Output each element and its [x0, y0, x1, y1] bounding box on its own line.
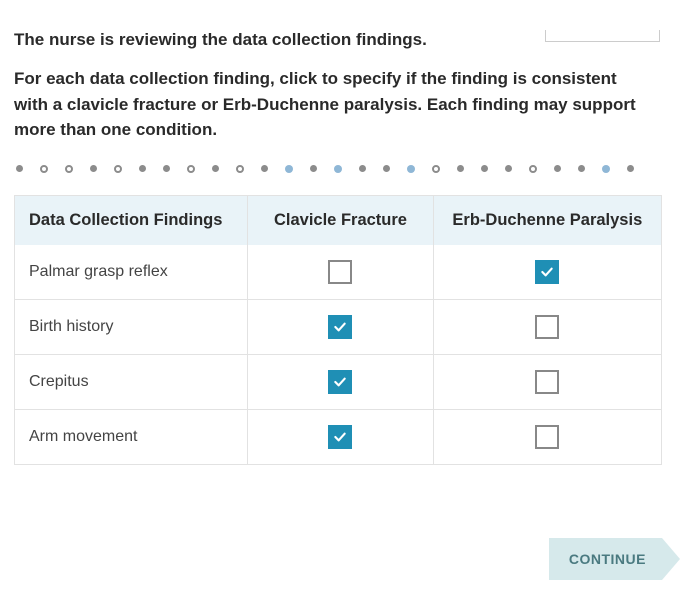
checkbox[interactable]: [328, 315, 352, 339]
progress-dot: [261, 165, 268, 172]
clavicle-cell: [247, 355, 432, 409]
header-findings: Data Collection Findings: [15, 196, 247, 245]
progress-dot: [334, 165, 342, 173]
progress-dot: [505, 165, 512, 172]
checkmark-icon: [539, 264, 555, 280]
progress-dot: [212, 165, 219, 172]
progress-dot: [407, 165, 415, 173]
progress-dot: [16, 165, 23, 172]
checkbox[interactable]: [328, 370, 352, 394]
checkbox[interactable]: [328, 260, 352, 284]
finding-label: Arm movement: [15, 410, 247, 464]
table-row: Crepitus: [15, 354, 661, 409]
erb-cell: [433, 300, 661, 354]
progress-dot: [457, 165, 464, 172]
progress-dot: [139, 165, 146, 172]
checkbox[interactable]: [535, 260, 559, 284]
clavicle-cell: [247, 300, 432, 354]
progress-dot: [285, 165, 293, 173]
arrow-right-icon: [662, 538, 680, 580]
checkmark-icon: [332, 319, 348, 335]
checkbox[interactable]: [328, 425, 352, 449]
header-clavicle: Clavicle Fracture: [247, 196, 432, 245]
progress-dot: [554, 165, 561, 172]
erb-cell: [433, 245, 661, 299]
progress-dot: [40, 165, 48, 173]
progress-dot: [90, 165, 97, 172]
progress-dot: [65, 165, 73, 173]
findings-table: Data Collection Findings Clavicle Fractu…: [14, 195, 662, 465]
progress-dot: [602, 165, 610, 173]
checkbox[interactable]: [535, 425, 559, 449]
progress-dots: [14, 165, 686, 173]
progress-dot: [578, 165, 585, 172]
progress-dot: [627, 165, 634, 172]
progress-dot: [310, 165, 317, 172]
top-input-fragment: [545, 30, 660, 42]
erb-cell: [433, 355, 661, 409]
checkmark-icon: [332, 374, 348, 390]
checkbox[interactable]: [535, 315, 559, 339]
finding-label: Palmar grasp reflex: [15, 245, 247, 299]
finding-label: Birth history: [15, 300, 247, 354]
question-block: The nurse is reviewing the data collecti…: [14, 30, 686, 143]
progress-dot: [383, 165, 390, 172]
table-row: Arm movement: [15, 409, 661, 464]
clavicle-cell: [247, 410, 432, 464]
continue-label: CONTINUE: [549, 538, 662, 580]
header-erb: Erb-Duchenne Paralysis: [433, 196, 661, 245]
continue-button[interactable]: CONTINUE: [549, 538, 680, 580]
table-header-row: Data Collection Findings Clavicle Fractu…: [15, 196, 661, 245]
table-row: Palmar grasp reflex: [15, 245, 661, 299]
progress-dot: [529, 165, 537, 173]
progress-dot: [481, 165, 488, 172]
progress-dot: [432, 165, 440, 173]
erb-cell: [433, 410, 661, 464]
table-row: Birth history: [15, 299, 661, 354]
progress-dot: [359, 165, 366, 172]
progress-dot: [236, 165, 244, 173]
question-instructions: For each data collection finding, click …: [14, 66, 654, 143]
checkbox[interactable]: [535, 370, 559, 394]
progress-dot: [187, 165, 195, 173]
checkmark-icon: [332, 429, 348, 445]
progress-dot: [163, 165, 170, 172]
clavicle-cell: [247, 245, 432, 299]
finding-label: Crepitus: [15, 355, 247, 409]
progress-dot: [114, 165, 122, 173]
